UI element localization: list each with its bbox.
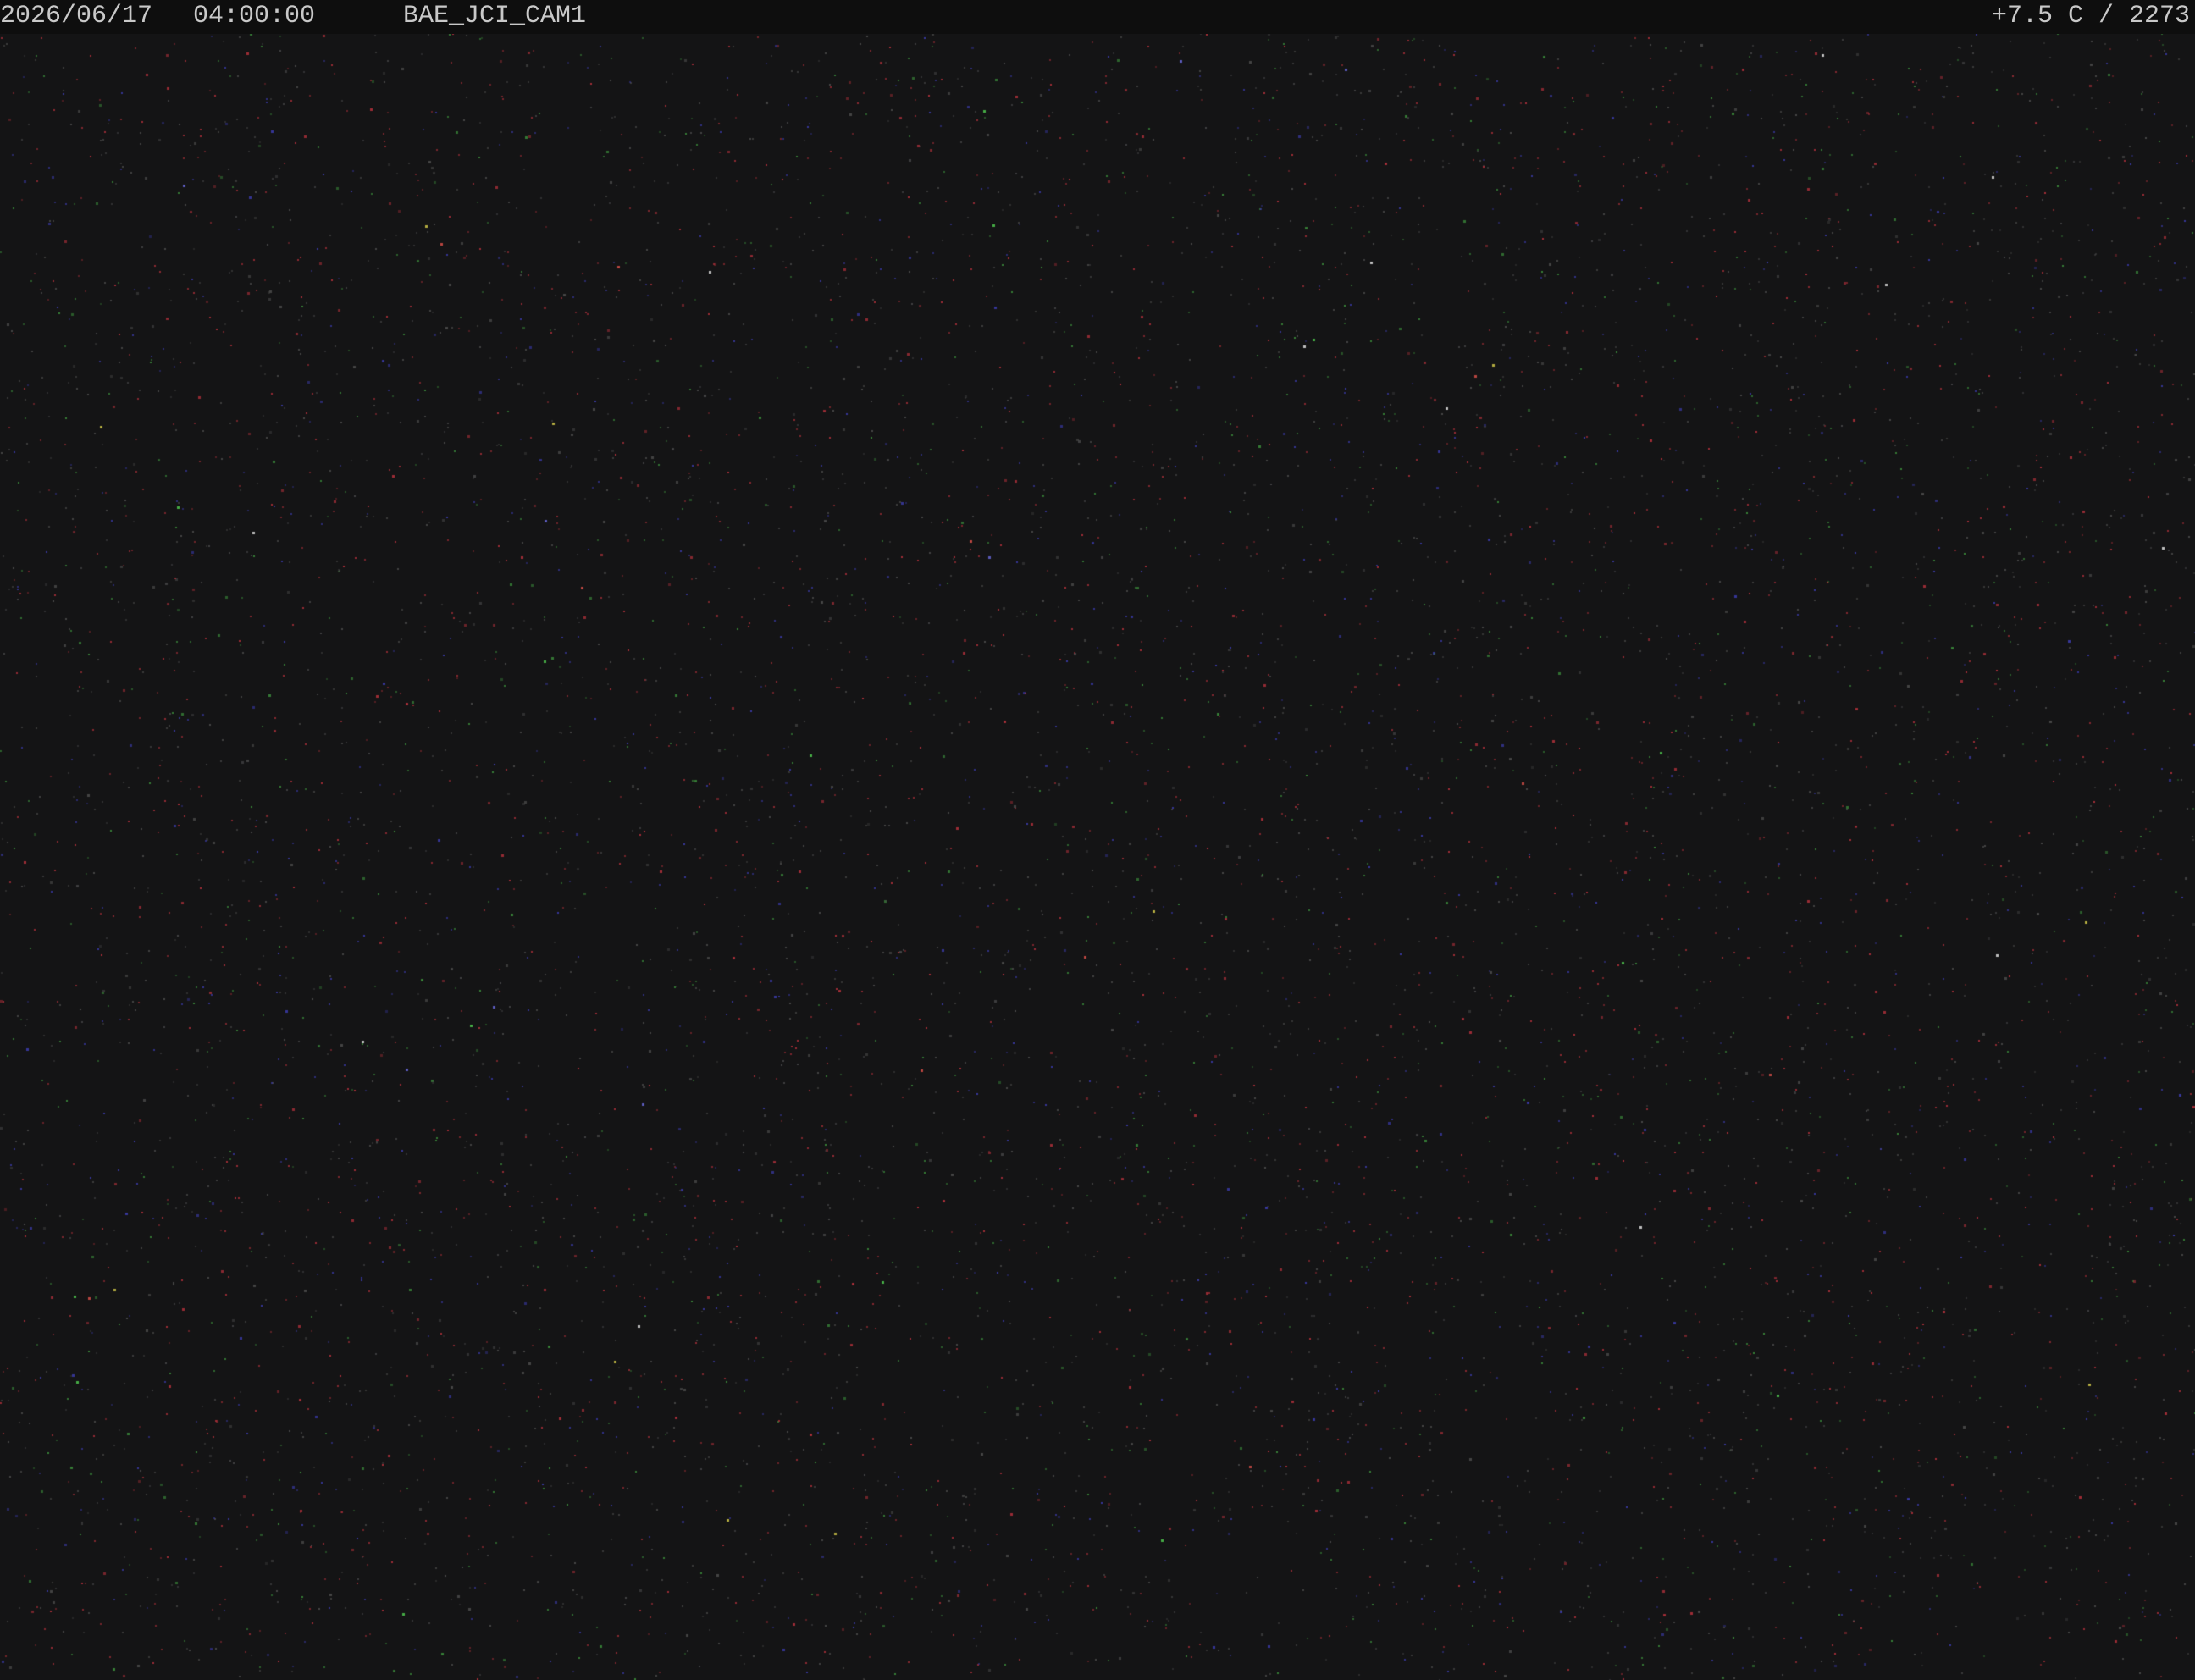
osd-date: 2026/06/17 bbox=[0, 2, 153, 30]
camera-frame: 2026/06/17 04:00:00 BAE_JCI_CAM1 +7.5 C … bbox=[0, 0, 2195, 1680]
osd-time: 04:00:00 bbox=[193, 2, 316, 30]
osd-camera-id: BAE_JCI_CAM1 bbox=[403, 2, 587, 30]
osd-overlay-bar: 2026/06/17 04:00:00 BAE_JCI_CAM1 +7.5 C … bbox=[0, 0, 2195, 34]
osd-temperature-exposure: +7.5 C / 2273 bbox=[1991, 2, 2190, 30]
night-sky-noise-image bbox=[0, 0, 2195, 1680]
